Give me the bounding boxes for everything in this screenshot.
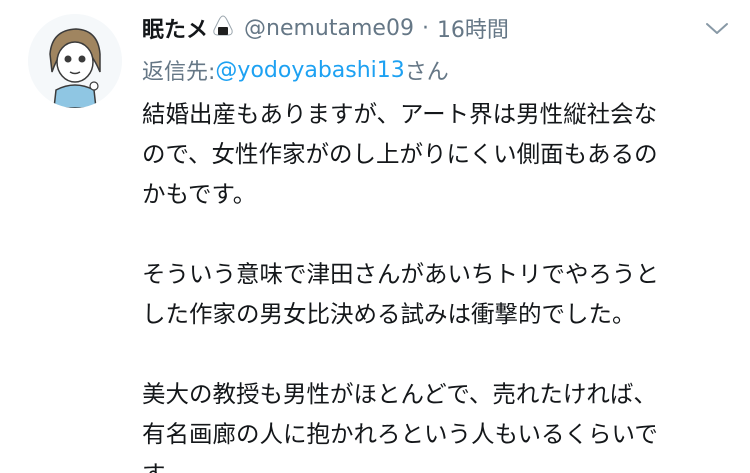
tweet-text-line: そういう意味で津田さんがあいちトリでやろうと: [142, 260, 659, 288]
avatar[interactable]: [28, 14, 122, 108]
display-name[interactable]: 眠たメ: [142, 12, 208, 44]
tweet-body: 結婚出産もありますが、アート界は男性縦社会な ので、女性作家がのし上がりにくい側…: [142, 94, 732, 473]
tweet-paragraph: 結婚出産もありますが、アート界は男性縦社会な ので、女性作家がのし上がりにくい側…: [142, 94, 732, 214]
tweet: 眠たメ @nemutame09 · 16時間 返信先: @yodoyabashi…: [0, 0, 750, 473]
user-handle[interactable]: @nemutame09: [244, 16, 414, 41]
reply-prefix: 返信先:: [142, 60, 216, 85]
tweet-content: 眠たメ @nemutame09 · 16時間 返信先: @yodoyabashi…: [142, 6, 732, 473]
rice-ball-emoji-icon: [212, 15, 234, 41]
chevron-down-icon[interactable]: [704, 20, 730, 38]
tweet-paragraph: 美大の教授も男性がほとんどで、売れたければ、 有名画廊の人に抱かれろという人もい…: [142, 374, 732, 473]
reply-handle-link[interactable]: @yodoyabashi13: [215, 58, 404, 83]
tweet-text-line: 有名画廊の人に抱かれろという人もいるくらいで: [142, 420, 658, 448]
reply-suffix: さん: [404, 60, 449, 85]
header-separator: ·: [421, 15, 429, 41]
tweet-text-line: す。: [142, 454, 732, 473]
reply-context: 返信先: @yodoyabashi13 さん: [142, 50, 732, 90]
tweet-header: 眠たメ @nemutame09 · 16時間: [142, 6, 732, 50]
tweet-timestamp[interactable]: 16時間: [437, 12, 509, 44]
tweet-paragraph: そういう意味で津田さんがあいちトリでやろうと した作家の男女比決める試みは衝撃的…: [142, 254, 732, 334]
tweet-text-line: 美大の教授も男性がほとんどで、売れたければ、: [142, 380, 657, 408]
tweet-text-line: ので、女性作家がのし上がりにくい側面もあるの: [142, 140, 658, 168]
tweet-text-line: かもです。: [142, 180, 257, 208]
tweet-text-line: した作家の男女比決める試みは衝撃的でした。: [142, 300, 636, 328]
tweet-text-line: 結婚出産もありますが、アート界は男性縦社会な: [142, 100, 658, 128]
